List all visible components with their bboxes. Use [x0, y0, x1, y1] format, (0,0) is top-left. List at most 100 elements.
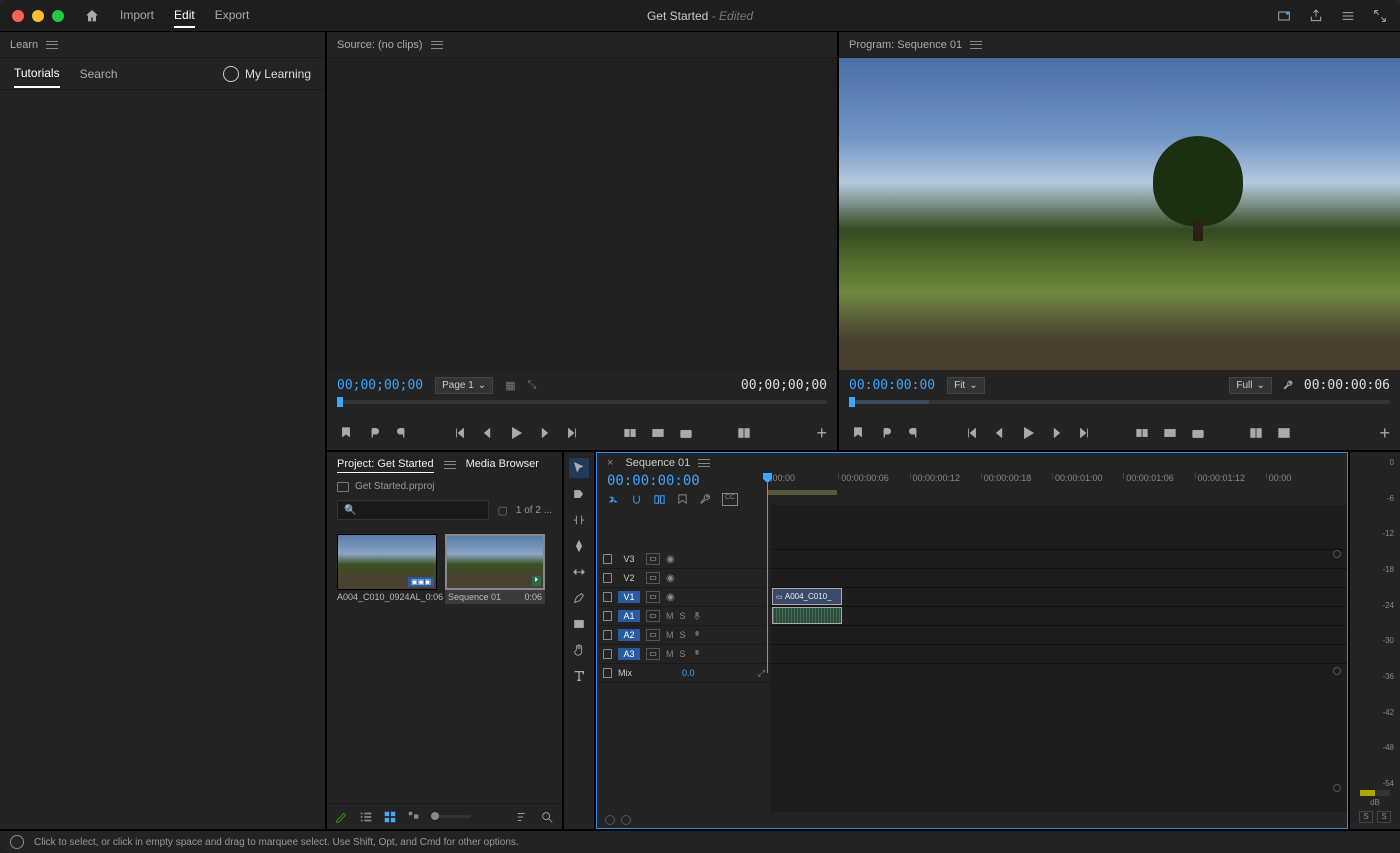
solo-button[interactable]: S — [680, 649, 686, 659]
sort-icon[interactable] — [516, 810, 530, 824]
asset-item[interactable]: ▣▣▣ A004_C010_0924AL_0:06 — [337, 534, 437, 604]
vscroll-bottom[interactable] — [1333, 784, 1341, 792]
button-editor-plus-icon[interactable]: + — [816, 423, 827, 444]
workspaces-menu-icon[interactable] — [1340, 8, 1356, 24]
track-label[interactable]: A2 — [618, 629, 640, 641]
export-frame-icon[interactable] — [677, 424, 695, 442]
video-clip[interactable]: ▭ A004_C010_ — [772, 588, 842, 605]
pen-tool[interactable] — [569, 588, 589, 608]
selection-tool[interactable] — [569, 458, 589, 478]
mix-track-header[interactable]: Mix0.0⤢ — [597, 664, 771, 683]
timeline-timecode[interactable]: 00:00:00:00 — [607, 473, 767, 489]
asset-item[interactable]: ⏵ Sequence 010:06 — [445, 534, 545, 604]
mark-in-icon[interactable] — [877, 424, 895, 442]
panel-menu-icon[interactable] — [970, 41, 982, 49]
import-tab[interactable]: Import — [120, 4, 154, 28]
vscroll-top[interactable] — [1333, 550, 1341, 558]
source-playhead[interactable] — [337, 397, 343, 407]
mute-button[interactable]: M — [666, 630, 674, 640]
rectangle-tool[interactable] — [569, 614, 589, 634]
go-to-out-icon[interactable] — [563, 424, 581, 442]
write-icon[interactable] — [335, 810, 349, 824]
program-range[interactable] — [849, 400, 929, 404]
solo-right[interactable]: S — [1377, 811, 1391, 823]
my-learning-button[interactable]: My Learning — [223, 66, 311, 82]
step-fwd-icon[interactable] — [1047, 424, 1065, 442]
fullscreen-icon[interactable] — [1372, 8, 1388, 24]
mark-out-icon[interactable] — [905, 424, 923, 442]
eye-icon[interactable] — [666, 573, 680, 584]
mic-icon[interactable] — [692, 649, 702, 659]
insert-icon[interactable] — [621, 424, 639, 442]
search-input[interactable]: 🔍 — [337, 500, 489, 520]
page-select[interactable]: Page 1 — [435, 377, 493, 394]
solo-left[interactable]: S — [1359, 811, 1373, 823]
play-icon[interactable] — [507, 424, 525, 442]
lock-icon[interactable] — [603, 649, 612, 659]
program-playhead[interactable] — [849, 397, 855, 407]
step-back-icon[interactable] — [479, 424, 497, 442]
safe-margins-icon[interactable] — [1275, 424, 1293, 442]
play-icon[interactable] — [1019, 424, 1037, 442]
icon-view-icon[interactable] — [383, 810, 397, 824]
mark-in-icon[interactable] — [365, 424, 383, 442]
panel-menu-icon[interactable] — [431, 41, 443, 49]
program-viewer[interactable] — [839, 58, 1400, 370]
maximize-window-button[interactable] — [52, 10, 64, 22]
audio-track-header[interactable]: A2 ▭ MS — [597, 626, 771, 645]
zoom-handle-left[interactable] — [605, 815, 615, 825]
freeform-view-icon[interactable] — [407, 810, 421, 824]
timeline-zoom-scroll[interactable] — [597, 812, 1347, 828]
edit-tab[interactable]: Edit — [174, 4, 195, 28]
export-frame-icon[interactable] — [1189, 424, 1207, 442]
lock-icon[interactable] — [603, 668, 612, 678]
source-timecode-in[interactable]: 00;00;00;00 — [337, 378, 423, 393]
lock-icon[interactable] — [603, 554, 612, 564]
track-label[interactable]: V1 — [618, 591, 640, 603]
export-tab[interactable]: Export — [215, 4, 250, 28]
media-browser-tab[interactable]: Media Browser — [466, 456, 539, 473]
track-label[interactable]: V3 — [618, 553, 640, 565]
type-tool[interactable] — [569, 666, 589, 686]
mic-icon[interactable] — [692, 630, 702, 640]
track-select-tool[interactable] — [569, 484, 589, 504]
lock-icon[interactable] — [603, 573, 612, 583]
program-timecode[interactable]: 00:00:00:00 — [849, 378, 935, 393]
zoom-handle-right[interactable] — [621, 815, 631, 825]
asset-thumb[interactable]: ▣▣▣ — [337, 534, 437, 590]
ripple-edit-tool[interactable] — [569, 510, 589, 530]
lock-icon[interactable] — [603, 592, 612, 602]
audio-track-header[interactable]: A1▭MS — [597, 607, 771, 626]
slip-tool[interactable] — [569, 562, 589, 582]
list-view-icon[interactable] — [359, 810, 373, 824]
track-content[interactable]: ▭ A004_C010_ — [772, 505, 1347, 812]
eye-icon[interactable] — [666, 592, 680, 603]
mute-button[interactable]: M — [666, 611, 674, 621]
mix-value[interactable]: 0.0 — [682, 668, 695, 678]
overwrite-icon[interactable] — [649, 424, 667, 442]
home-icon[interactable] — [84, 8, 100, 24]
source-viewer[interactable] — [327, 58, 837, 370]
mute-button[interactable]: M — [666, 649, 674, 659]
expand-icon[interactable]: ⤢ — [758, 668, 765, 679]
find-icon[interactable] — [540, 810, 554, 824]
solo-button[interactable]: S — [680, 630, 686, 640]
quick-export-icon[interactable] — [1276, 8, 1292, 24]
hand-tool[interactable] — [569, 640, 589, 660]
panel-menu-icon[interactable] — [444, 461, 456, 469]
work-area-bar[interactable] — [767, 490, 837, 495]
step-fwd-icon[interactable] — [535, 424, 553, 442]
sync-lock-icon[interactable]: ▭ — [646, 591, 660, 603]
go-to-in-icon[interactable] — [451, 424, 469, 442]
close-sequence-icon[interactable]: × — [607, 457, 613, 469]
button-editor-plus-icon[interactable]: + — [1379, 423, 1390, 444]
mark-out-icon[interactable] — [393, 424, 411, 442]
extract-icon[interactable] — [1161, 424, 1179, 442]
video-track-header[interactable]: V1 ▭ — [597, 588, 771, 607]
sync-lock-icon[interactable]: ▭ — [646, 572, 660, 584]
panel-menu-icon[interactable] — [698, 459, 710, 467]
sync-lock-icon[interactable]: ▭ — [646, 629, 660, 641]
lock-icon[interactable] — [603, 630, 612, 640]
step-back-icon[interactable] — [991, 424, 1009, 442]
go-to-in-icon[interactable] — [963, 424, 981, 442]
